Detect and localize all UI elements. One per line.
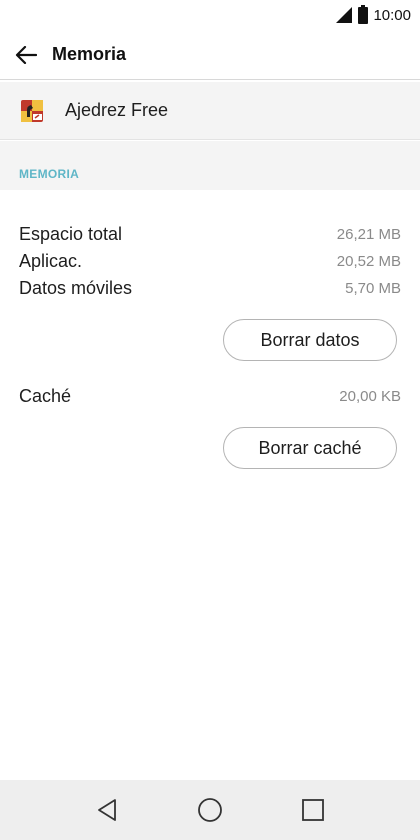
status-time: 10:00 [373,6,411,24]
clear-data-button[interactable]: Borrar datos [223,319,397,361]
cache-label: Caché [19,385,72,406]
storage-row-total: Espacio total 26,21 MB [0,221,420,247]
storage-label: Datos móviles [19,277,133,298]
section-header: MEMORIA [0,141,420,190]
status-bar: 10:00 [0,0,420,30]
signal-icon [336,7,353,23]
nav-home-icon[interactable] [190,790,230,830]
nav-recents-icon[interactable] [293,790,333,830]
section-header-label: MEMORIA [19,167,80,181]
clear-cache-button[interactable]: Borrar caché [223,427,397,469]
storage-value: 26,21 MB [336,225,401,243]
app-name: Ajedrez Free [65,100,169,120]
app-info-row: Ajedrez Free [0,82,420,140]
chess-app-icon [21,99,43,122]
storage-row-data: Datos móviles 5,70 MB [0,275,420,301]
storage-value: 20,52 MB [336,252,401,270]
arrow-back-icon[interactable] [0,30,52,80]
app-bar: Memoria [0,30,420,80]
storage-value: 5,70 MB [345,279,401,297]
navigation-bar [0,780,420,840]
battery-icon [358,4,369,24]
storage-row-app: Aplicac. 20,52 MB [0,248,420,274]
cache-row: Caché 20,00 KB [0,383,420,409]
cache-value: 20,00 KB [339,387,401,405]
page-title: Memoria [52,44,127,64]
storage-label: Espacio total [19,223,123,244]
nav-back-icon[interactable] [87,790,127,830]
storage-label: Aplicac. [19,250,83,271]
